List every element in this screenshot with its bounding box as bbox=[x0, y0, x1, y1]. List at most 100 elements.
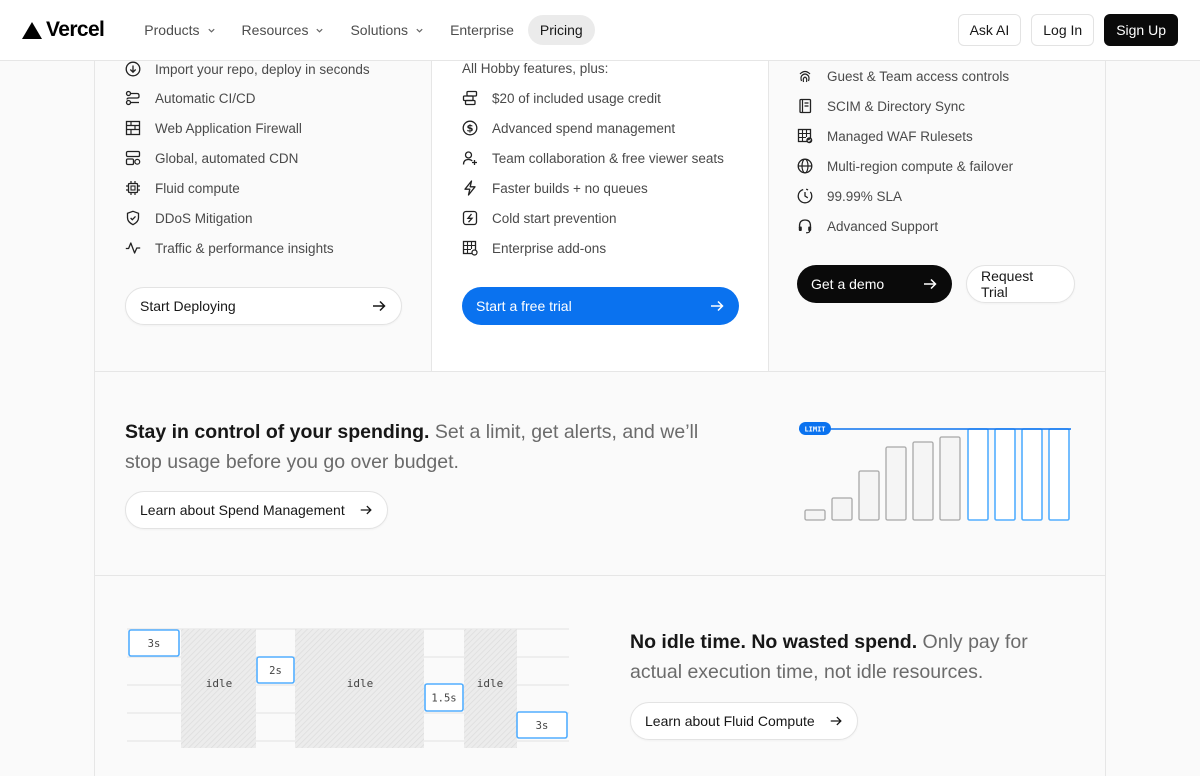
dollar-circle-icon: $ bbox=[462, 120, 478, 136]
chevron-down-icon bbox=[316, 28, 324, 33]
get-demo-button[interactable]: Get a demo bbox=[797, 265, 952, 303]
arrow-right-icon bbox=[830, 716, 842, 726]
execution-timeline: idle idle idle 3s 2s 1.5s 3s bbox=[127, 628, 569, 748]
nav-resources[interactable]: Resources bbox=[230, 15, 337, 45]
fluid-headline-bold: No idle time. No wasted spend. bbox=[630, 631, 918, 653]
spend-management-link[interactable]: Learn about Spend Management bbox=[125, 491, 388, 529]
plan-hobby: Import your repo, deploy in seconds Auto… bbox=[95, 61, 431, 371]
feature-item: SCIM & Directory Sync bbox=[797, 98, 965, 114]
feature-label: Traffic & performance insights bbox=[155, 240, 334, 256]
limit-badge-label: LIMIT bbox=[804, 425, 825, 433]
capped-bar bbox=[1048, 428, 1070, 521]
chevron-down-icon bbox=[207, 28, 215, 33]
book-icon bbox=[797, 98, 813, 114]
clock-dashed-icon bbox=[797, 188, 813, 204]
feature-label: Automatic CI/CD bbox=[155, 90, 256, 106]
feature-item: Fluid compute bbox=[125, 180, 240, 196]
spend-limit-chart: LIMIT bbox=[799, 422, 1071, 521]
usage-bar bbox=[912, 441, 934, 521]
nav-products[interactable]: Products bbox=[132, 15, 227, 45]
feature-label: Cold start prevention bbox=[492, 210, 617, 226]
spend-headline: Stay in control of your spending. Set a … bbox=[125, 417, 725, 477]
feature-item: Global, automated CDN bbox=[125, 150, 298, 166]
download-circle-icon bbox=[125, 61, 141, 77]
header-actions: Ask AI Log In Sign Up bbox=[957, 14, 1178, 46]
feature-label: Guest & Team access controls bbox=[827, 68, 1010, 84]
execution-block-label: 3s bbox=[148, 638, 161, 650]
feature-item: 99.99% SLA bbox=[797, 188, 902, 204]
top-navigation: Vercel Products Resources Solutions Ente… bbox=[0, 0, 1200, 61]
usage-bar bbox=[885, 446, 907, 521]
usage-bar bbox=[804, 509, 826, 521]
start-deploying-label: Start Deploying bbox=[140, 298, 236, 314]
brand-name: Vercel bbox=[46, 18, 105, 41]
signup-button[interactable]: Sign Up bbox=[1104, 14, 1178, 46]
spend-management-section: Stay in control of your spending. Set a … bbox=[94, 372, 1106, 576]
feature-item: Guest & Team access controls bbox=[797, 68, 1009, 84]
feature-label: Advanced spend management bbox=[492, 120, 676, 136]
lightning-icon bbox=[462, 180, 478, 196]
feature-label: 99.99% SLA bbox=[827, 188, 903, 204]
arrow-right-icon bbox=[373, 300, 386, 312]
get-demo-label: Get a demo bbox=[811, 276, 885, 292]
nav-pricing[interactable]: Pricing bbox=[527, 15, 595, 45]
spend-management-link-label: Learn about Spend Management bbox=[140, 502, 345, 518]
feature-item: Web Application Firewall bbox=[125, 120, 302, 136]
capped-bar bbox=[994, 428, 1016, 521]
feature-label: DDoS Mitigation bbox=[155, 210, 253, 226]
capped-bar bbox=[967, 428, 989, 521]
feature-label: Advanced Support bbox=[827, 218, 939, 234]
feature-label: Web Application Firewall bbox=[155, 120, 302, 136]
feature-item: Enterprise add-ons bbox=[462, 240, 606, 256]
nav-resources-label: Resources bbox=[241, 22, 309, 38]
cpu-icon bbox=[125, 180, 141, 196]
globe-icon bbox=[797, 158, 813, 174]
arrow-right-icon bbox=[711, 300, 724, 312]
start-free-trial-button[interactable]: Start a free trial bbox=[462, 287, 739, 325]
usage-bar bbox=[858, 470, 880, 521]
nav-solutions[interactable]: Solutions bbox=[338, 15, 436, 45]
usage-bar bbox=[831, 497, 853, 521]
fingerprint-icon bbox=[797, 68, 813, 84]
feature-item: Multi-region compute & failover bbox=[797, 158, 1013, 174]
arrow-right-icon bbox=[924, 278, 937, 290]
pricing-plans: Import your repo, deploy in seconds Auto… bbox=[94, 61, 1106, 372]
usage-bar bbox=[939, 436, 961, 521]
request-trial-button[interactable]: Request Trial bbox=[966, 265, 1075, 303]
fluid-compute-link[interactable]: Learn about Fluid Compute bbox=[630, 702, 858, 740]
feature-item: Advanced Support bbox=[797, 218, 938, 234]
execution-block-label: 2s bbox=[269, 665, 282, 677]
chevron-down-icon bbox=[416, 28, 423, 33]
start-deploying-button[interactable]: Start Deploying bbox=[125, 287, 402, 325]
headset-icon bbox=[797, 218, 813, 234]
request-trial-label: Request Trial bbox=[981, 268, 1034, 300]
start-free-trial-label: Start a free trial bbox=[476, 298, 572, 314]
activity-icon bbox=[125, 240, 141, 256]
feature-label: Import your repo, deploy in seconds bbox=[155, 61, 370, 77]
svg-text:$: $ bbox=[467, 124, 474, 135]
pro-intro-label: All Hobby features, plus: bbox=[462, 61, 609, 76]
firewall-icon bbox=[125, 120, 141, 136]
fluid-headline: No idle time. No wasted spend. Only pay … bbox=[630, 627, 1080, 687]
feature-label: Multi-region compute & failover bbox=[827, 158, 1014, 174]
idle-label: idle bbox=[477, 677, 504, 690]
feature-label: Managed WAF Rulesets bbox=[827, 128, 973, 144]
login-button[interactable]: Log In bbox=[1031, 14, 1095, 46]
vercel-logo[interactable]: Vercel bbox=[22, 18, 105, 42]
feature-label: SCIM & Directory Sync bbox=[827, 98, 966, 114]
nav-pricing-label: Pricing bbox=[539, 22, 583, 38]
plan-enterprise: Guest & Team access controls SCIM & Dire… bbox=[769, 61, 1105, 371]
execution-block-label: 1.5s bbox=[431, 693, 456, 705]
feature-item: $ Advanced spend management bbox=[462, 120, 675, 136]
feature-item: Automatic CI/CD bbox=[125, 90, 256, 106]
feature-item: Cold start prevention bbox=[462, 210, 617, 226]
feature-label: Faster builds + no queues bbox=[492, 180, 648, 196]
feature-item: DDoS Mitigation bbox=[125, 210, 253, 226]
function-icon bbox=[462, 210, 478, 226]
nav-enterprise[interactable]: Enterprise bbox=[438, 15, 526, 45]
idle-label: idle bbox=[206, 677, 233, 690]
feature-item: Faster builds + no queues bbox=[462, 180, 648, 196]
arrow-right-icon bbox=[360, 505, 372, 515]
feature-item: Import your repo, deploy in seconds bbox=[125, 61, 370, 77]
ask-ai-button[interactable]: Ask AI bbox=[957, 14, 1022, 46]
